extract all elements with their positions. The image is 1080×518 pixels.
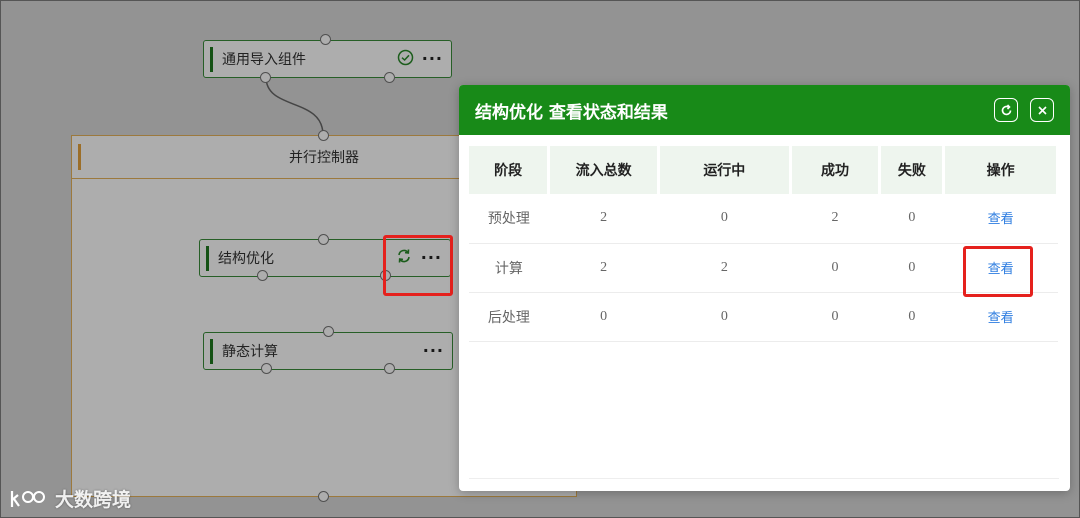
highlight-box-view-link [963, 246, 1033, 297]
column-header: 成功 [790, 146, 882, 194]
view-link[interactable]: 查看 [988, 311, 1014, 326]
action-cell: 查看 [943, 194, 1058, 244]
view-link[interactable]: 查看 [988, 212, 1014, 227]
refresh-icon [1001, 103, 1011, 115]
running-cell: 0 [658, 194, 791, 244]
app-frame: 通用导入组件 ··· 并行控制器 结构优化 ··· 静态计算 ··· 结构优化 … [0, 0, 1080, 518]
highlight-box-node-tools [383, 235, 453, 296]
table-header-row: 阶段 流入总数 运行中 成功 失败 操作 [469, 146, 1059, 194]
inflow-cell: 2 [548, 243, 659, 293]
close-icon [1037, 105, 1047, 115]
column-header: 流入总数 [548, 146, 660, 194]
column-header: 操作 [943, 146, 1059, 194]
column-header: 失败 [879, 146, 946, 194]
brand-logo-icon [10, 490, 45, 507]
table-row: 预处理 2 0 2 0 查看 [469, 194, 1058, 244]
running-cell: 2 [658, 243, 791, 293]
watermark: 大数跨境 [9, 485, 131, 512]
success-cell: 2 [790, 194, 880, 244]
failed-cell: 0 [879, 243, 944, 293]
column-header: 运行中 [658, 146, 792, 194]
stage-status-table: 阶段 流入总数 运行中 成功 失败 操作 预处理 2 0 2 0 查看 计算 2… [469, 146, 1059, 342]
success-cell: 0 [790, 243, 880, 293]
dialog-refresh-button[interactable] [994, 98, 1018, 122]
dialog-title: 结构优化 查看状态和结果 [475, 102, 668, 123]
dialog-close-button[interactable] [1030, 98, 1054, 122]
stage-cell: 预处理 [469, 194, 549, 244]
failed-cell: 0 [879, 194, 944, 244]
inflow-cell: 0 [548, 292, 659, 342]
dialog-header: 结构优化 查看状态和结果 [459, 85, 1070, 135]
watermark-text: 大数跨境 [55, 489, 132, 511]
column-header: 阶段 [469, 146, 551, 194]
inflow-cell: 2 [548, 194, 659, 244]
dialog-body: 阶段 流入总数 运行中 成功 失败 操作 预处理 2 0 2 0 查看 计算 2… [469, 146, 1059, 479]
table-row: 后处理 0 0 0 0 查看 [469, 292, 1058, 342]
stage-cell: 计算 [469, 243, 549, 293]
failed-cell: 0 [879, 292, 944, 342]
stage-cell: 后处理 [469, 292, 549, 342]
success-cell: 0 [790, 292, 880, 342]
action-cell: 查看 [943, 292, 1058, 342]
running-cell: 0 [658, 292, 791, 342]
